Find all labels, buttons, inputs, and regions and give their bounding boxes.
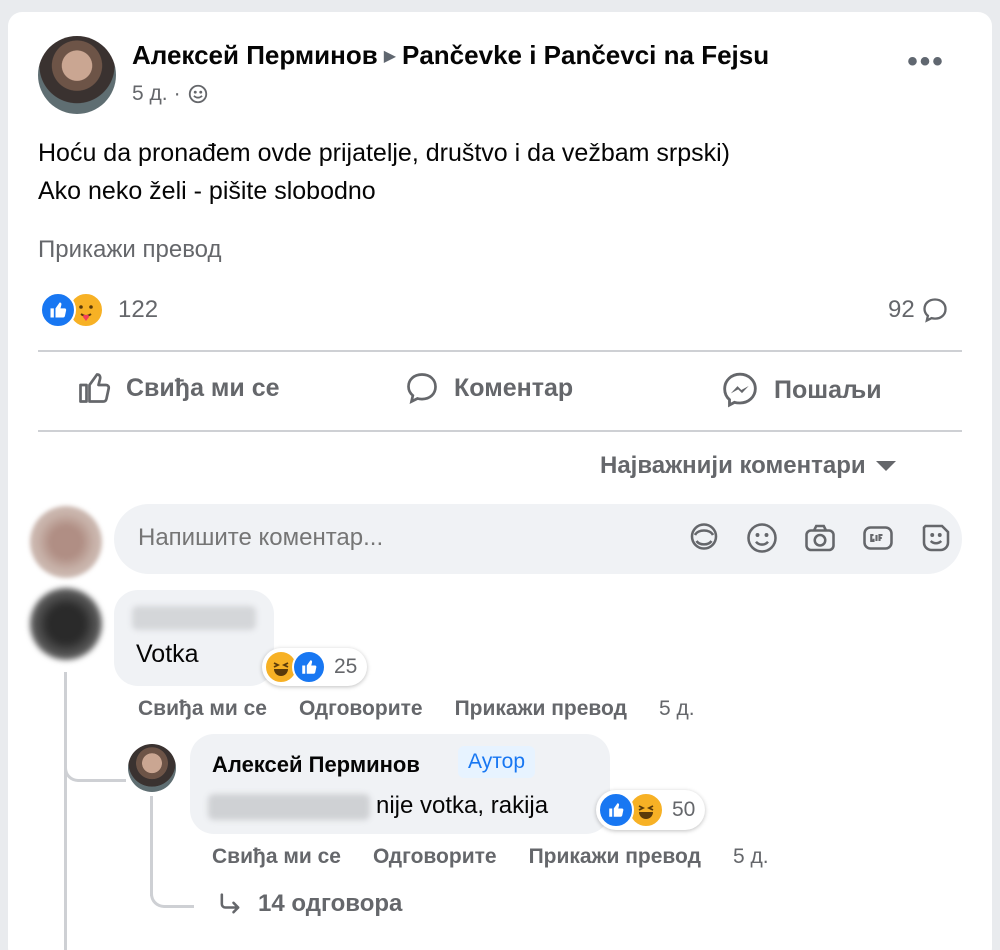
divider xyxy=(38,430,962,432)
sticker-icon[interactable] xyxy=(918,520,954,556)
reply-author-avatar[interactable] xyxy=(128,744,176,792)
group-name[interactable]: Pančevke i Pančevci na Fejsu xyxy=(402,40,769,70)
composer-tools xyxy=(686,520,954,556)
post-header: Алексей Перминов ▶ Pančevke i Pančevci na … xyxy=(132,40,769,71)
send-button[interactable]: Пошаљи xyxy=(720,370,882,410)
emoji-icon[interactable] xyxy=(744,520,780,556)
author-badge: Аутор xyxy=(458,746,536,778)
comment-reply-link[interactable]: Одговорите xyxy=(299,697,423,721)
caret-right-icon: ▶ xyxy=(383,48,396,65)
chevron-down-icon xyxy=(875,461,896,471)
commenter-avatar[interactable] xyxy=(30,588,102,660)
comment-button[interactable]: Коментар xyxy=(404,370,573,406)
reply-reply-link[interactable]: Одговорите xyxy=(373,845,497,869)
thread-line xyxy=(64,752,126,782)
comment-like-link[interactable]: Свиђа ми се xyxy=(138,697,267,721)
camera-icon[interactable] xyxy=(802,520,838,556)
thumbs-up-icon xyxy=(79,373,111,403)
post-text-line: Hoću da pronađem ovde prijatelje, društv… xyxy=(38,139,731,167)
comment-reactions[interactable]: 25 xyxy=(262,648,368,686)
reply-bubble: Алексей Перминов Аутор nije votka, rakij… xyxy=(190,734,610,834)
post-time[interactable]: 5 д. xyxy=(132,82,168,106)
reply-translate-link[interactable]: Прикажи превод xyxy=(529,845,701,869)
reply-time[interactable]: 5 д. xyxy=(733,845,769,869)
thread-line xyxy=(150,874,194,908)
more-replies-label: 14 одговора xyxy=(258,890,403,917)
comment-sort-dropdown[interactable]: Најважнији коментари xyxy=(600,452,896,480)
like-button[interactable]: Свиђа ми се xyxy=(76,370,280,406)
post-text-line: Ako neko želi - pišite slobodno xyxy=(38,177,376,205)
messenger-icon xyxy=(723,372,757,408)
reply-text: nije votka, rakija xyxy=(376,792,549,819)
show-translation-link[interactable]: Прикажи превод xyxy=(38,236,222,264)
reaction-summary[interactable]: 122 xyxy=(40,292,158,328)
comment-icon xyxy=(407,373,437,404)
meta-separator: · xyxy=(173,82,181,105)
divider xyxy=(38,350,962,352)
view-more-replies-link[interactable]: 14 одговора xyxy=(216,890,402,918)
like-reaction-icon xyxy=(292,650,326,684)
reaction-count: 122 xyxy=(118,296,159,323)
comment-translate-link[interactable]: Прикажи превод xyxy=(455,697,627,721)
more-options-button[interactable]: ••• xyxy=(906,47,946,82)
thread-line xyxy=(64,672,67,950)
comment-composer[interactable] xyxy=(114,504,962,574)
comment-button-label: Коментар xyxy=(454,373,574,402)
comment-actions: Свиђа ми се Одговорите Прикажи превод 5 … xyxy=(138,697,695,721)
like-reaction-icon xyxy=(598,792,634,828)
comment-bubble-icon xyxy=(923,298,947,323)
avatar-sticker-icon[interactable] xyxy=(686,520,722,556)
globe-icon xyxy=(188,84,207,104)
comment-count[interactable]: 92 xyxy=(888,296,949,324)
reply-reaction-count: 50 xyxy=(672,798,696,821)
comment-text: Votka xyxy=(136,640,199,668)
redacted-mention xyxy=(208,794,370,820)
comment-time[interactable]: 5 д. xyxy=(659,697,695,721)
redacted-commenter-name xyxy=(132,606,256,630)
reply-arrow-icon xyxy=(220,893,240,914)
author-avatar[interactable] xyxy=(38,36,116,114)
like-button-label: Свиђа ми се xyxy=(126,373,280,402)
comment-reaction-count: 25 xyxy=(334,655,358,678)
gif-icon[interactable] xyxy=(860,520,896,556)
comment-bubble: Votka xyxy=(114,590,274,686)
reply-reactions[interactable]: 50 xyxy=(596,790,706,830)
post-body: Hoću da pronađem ovde prijatelje, društv… xyxy=(38,134,730,210)
reply-author-name[interactable]: Алексей Перминов xyxy=(212,752,420,778)
reply-like-link[interactable]: Свиђа ми се xyxy=(212,845,341,869)
comment-count-value: 92 xyxy=(888,296,915,323)
post-meta: 5 д. · xyxy=(132,82,209,106)
reply-actions: Свиђа ми се Одговорите Прикажи превод 5 … xyxy=(212,845,769,869)
send-button-label: Пошаљи xyxy=(774,375,882,404)
comment-input[interactable] xyxy=(138,524,658,552)
comment-sort-label: Најважнији коментари xyxy=(600,452,866,479)
author-name[interactable]: Алексей Перминов xyxy=(132,40,378,70)
current-user-avatar xyxy=(30,506,102,578)
post-card: Алексей Перминов ▶ Pančevke i Pančevci na … xyxy=(8,12,992,950)
like-reaction-icon xyxy=(40,292,76,328)
